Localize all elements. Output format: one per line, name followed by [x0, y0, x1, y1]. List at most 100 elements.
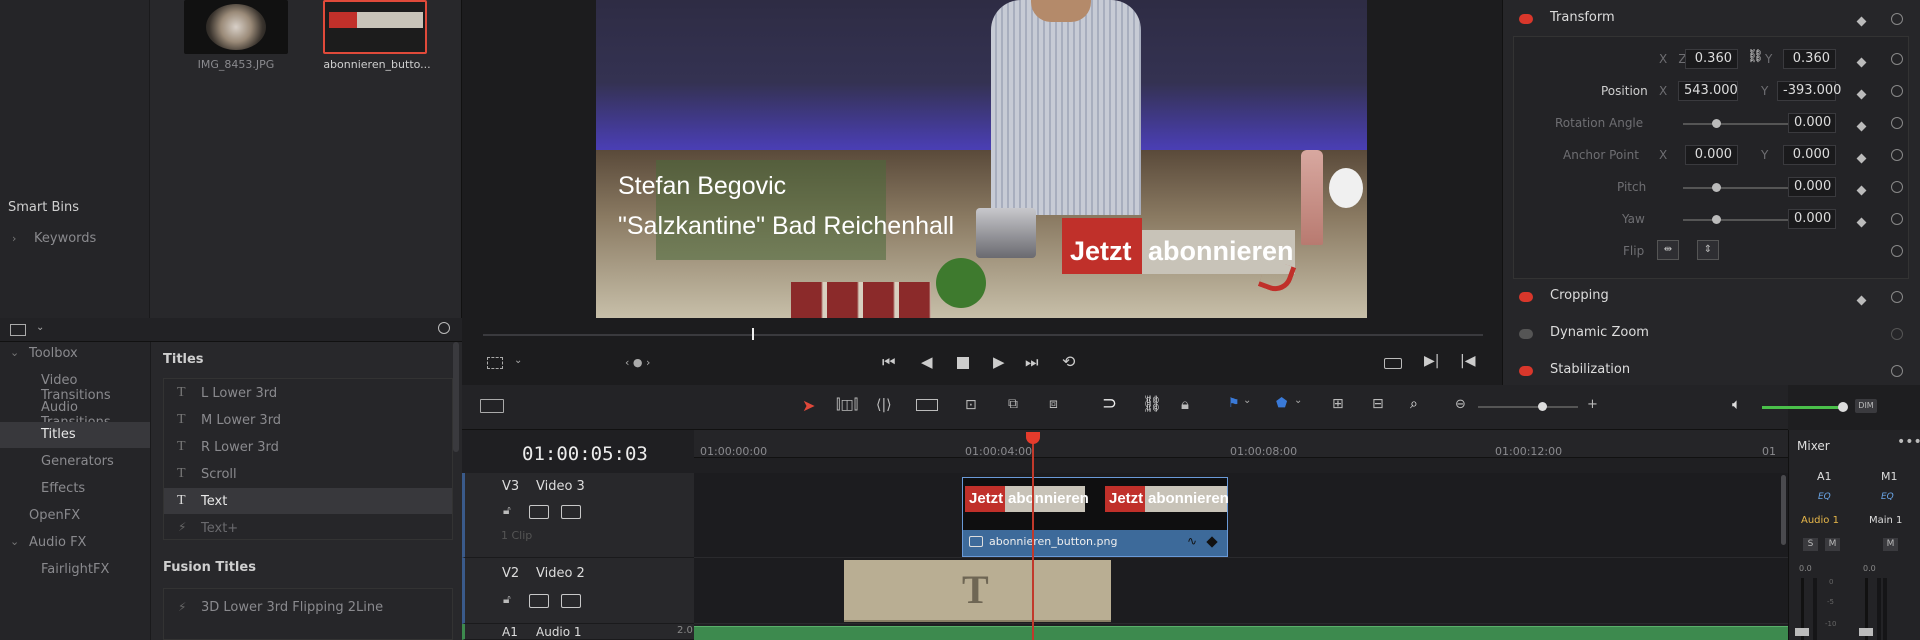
- prev-frame-icon[interactable]: |◀: [1460, 353, 1475, 369]
- title-item-m-lower-3rd[interactable]: M Lower 3rd: [201, 413, 281, 428]
- diamond-icon[interactable]: [1856, 14, 1867, 29]
- toolbox-item-openfx[interactable]: OpenFX: [29, 508, 80, 523]
- replace-clip-icon[interactable]: ⧈: [1049, 396, 1058, 412]
- toolbox-item-effects[interactable]: Effects: [41, 481, 85, 496]
- clip-abonnieren-button[interactable]: Jetzt abonnieren Jetzt abonnieren abonni…: [962, 477, 1229, 557]
- toolbox-item-fairlightfx[interactable]: FairlightFX: [41, 562, 109, 577]
- timeline-scrollbar[interactable]: [1781, 475, 1786, 545]
- speaker-icon[interactable]: 🔈︎: [1732, 395, 1741, 413]
- eq-m1-label[interactable]: EQ: [1881, 492, 1894, 502]
- dim-button[interactable]: DIM: [1855, 399, 1877, 413]
- track-name[interactable]: Audio 1: [536, 625, 582, 639]
- zoom-in-icon[interactable]: +: [1587, 397, 1598, 412]
- yaw-field[interactable]: 0.000: [1788, 209, 1836, 229]
- rotation-reset-icon[interactable]: [1891, 117, 1903, 129]
- link-icon[interactable]: ⛓: [1747, 49, 1764, 64]
- track-header-a1[interactable]: A1 Audio 1 2.0: [462, 624, 694, 640]
- chevron-down-icon[interactable]: ⌄: [36, 322, 44, 333]
- timeline-playhead[interactable]: [1032, 432, 1034, 640]
- viewer-scrubber[interactable]: [483, 334, 1483, 336]
- position-keyframe-icon[interactable]: [1856, 87, 1867, 102]
- more-options-icon[interactable]: •••: [1897, 434, 1920, 450]
- track-name[interactable]: Video 3: [536, 479, 585, 494]
- skip-to-start-icon[interactable]: ⏮: [882, 353, 896, 371]
- trim-tool-icon[interactable]: ⫿◫⫿: [836, 397, 858, 413]
- title-item-l-lower-3rd[interactable]: L Lower 3rd: [201, 386, 277, 401]
- zoom-out-icon[interactable]: ⊖: [1455, 397, 1466, 412]
- pitch-reset-icon[interactable]: [1891, 181, 1903, 193]
- transform-enable-toggle[interactable]: [1519, 14, 1533, 24]
- lock-icon[interactable]: 🔓︎: [503, 503, 511, 518]
- flip-vertical-icon[interactable]: ⇕: [1697, 240, 1719, 260]
- link-icon[interactable]: ⛓: [1142, 394, 1162, 413]
- timecode-display[interactable]: 01:00:05:03: [522, 443, 648, 465]
- fusion-item-3d-lower-3rd[interactable]: 3D Lower 3rd Flipping 2Line: [201, 600, 383, 615]
- reset-icon[interactable]: [1891, 13, 1903, 25]
- title-item-r-lower-3rd[interactable]: R Lower 3rd: [201, 440, 279, 455]
- media-thumbnail-abonnieren[interactable]: [323, 0, 427, 54]
- chevron-down-icon[interactable]: ⌄: [10, 535, 19, 548]
- eq-a1-label[interactable]: EQ: [1818, 492, 1831, 502]
- toolbox-item-toolbox[interactable]: Toolbox: [29, 346, 78, 361]
- play-icon[interactable]: ▶: [993, 353, 1005, 371]
- auto-select-icon[interactable]: [529, 594, 549, 608]
- position-reset-icon[interactable]: [1891, 85, 1903, 97]
- toolbox-item-titles[interactable]: Titles: [41, 427, 76, 442]
- yaw-slider-knob[interactable]: [1712, 215, 1721, 224]
- zoom-custom-icon[interactable]: ⌕: [1410, 396, 1418, 412]
- dynamic-zoom-reset-icon[interactable]: [1891, 328, 1903, 340]
- position-y-field[interactable]: -393.000: [1777, 81, 1841, 101]
- keywords-item[interactable]: Keywords: [34, 231, 96, 246]
- main-mute-button[interactable]: M: [1883, 538, 1898, 551]
- scrubber-playhead[interactable]: [752, 328, 754, 340]
- dynamic-zoom-header[interactable]: Dynamic Zoom: [1550, 325, 1649, 340]
- zoom-y-field[interactable]: 0.360: [1783, 49, 1836, 69]
- pitch-field[interactable]: 0.000: [1788, 177, 1836, 197]
- chevron-down-icon[interactable]: ⌄: [1243, 395, 1251, 406]
- yaw-keyframe-icon[interactable]: [1856, 215, 1867, 230]
- solo-button[interactable]: S: [1803, 538, 1818, 551]
- stabilization-reset-icon[interactable]: [1891, 365, 1903, 377]
- stabilization-header[interactable]: Stabilization: [1550, 362, 1630, 377]
- chevron-down-icon[interactable]: ⌄: [514, 355, 522, 366]
- track-header-v3[interactable]: V3 Video 3 🔓︎ 1 Clip: [462, 473, 694, 558]
- timeline-view-icon[interactable]: [480, 399, 504, 413]
- fullscreen-icon[interactable]: [1384, 358, 1402, 369]
- cropping-keyframe-icon[interactable]: [1856, 293, 1867, 308]
- title-item-text-plus[interactable]: Text+: [201, 521, 238, 536]
- track-visibility-icon[interactable]: [561, 594, 581, 608]
- cropping-reset-icon[interactable]: [1891, 291, 1903, 303]
- overwrite-clip-icon[interactable]: ⧉: [1008, 396, 1018, 412]
- master-volume-knob[interactable]: [1838, 402, 1848, 412]
- zoom-keyframe-icon[interactable]: [1856, 55, 1867, 70]
- rotation-field[interactable]: 0.000: [1788, 113, 1836, 133]
- panel-toggle-icon[interactable]: [10, 324, 26, 336]
- dynamic-zoom-toggle[interactable]: [1519, 329, 1533, 339]
- blade-tool-icon[interactable]: [916, 399, 938, 411]
- chevron-down-icon[interactable]: ⌄: [10, 346, 19, 359]
- clip-text-title[interactable]: T: [844, 560, 1111, 622]
- track-header-v2[interactable]: V2 Video 2 🔓︎: [462, 558, 694, 624]
- anchor-keyframe-icon[interactable]: [1856, 151, 1867, 166]
- a1-fader-knob[interactable]: [1795, 628, 1809, 636]
- insert-clip-icon[interactable]: ⊡: [965, 397, 977, 413]
- loop-icon[interactable]: ⟲: [1062, 352, 1075, 371]
- keyframe-diamond-icon[interactable]: [1206, 536, 1218, 548]
- anchor-y-field[interactable]: 0.000: [1783, 145, 1836, 165]
- cropping-header[interactable]: Cropping: [1550, 288, 1609, 303]
- mute-button[interactable]: M: [1825, 538, 1840, 551]
- toolbox-item-video-transitions[interactable]: Video Transitions: [41, 373, 150, 403]
- audio-clip[interactable]: [694, 626, 1788, 640]
- zoom-x-field[interactable]: 0.360: [1685, 49, 1738, 69]
- transform-header[interactable]: Transform: [1550, 10, 1615, 25]
- zoom-reset-icon[interactable]: [1891, 53, 1903, 65]
- chevron-down-icon[interactable]: ⌄: [1294, 395, 1302, 406]
- rotation-slider-knob[interactable]: [1712, 119, 1721, 128]
- anchor-reset-icon[interactable]: [1891, 149, 1903, 161]
- effects-scrollbar[interactable]: [453, 342, 459, 452]
- position-x-field[interactable]: 543.000: [1678, 81, 1738, 101]
- zoom-slider-knob[interactable]: [1538, 402, 1547, 411]
- snapping-icon[interactable]: ⊃: [1102, 393, 1117, 414]
- track-name[interactable]: Video 2: [536, 566, 585, 581]
- master-volume-bar[interactable]: [1762, 406, 1842, 409]
